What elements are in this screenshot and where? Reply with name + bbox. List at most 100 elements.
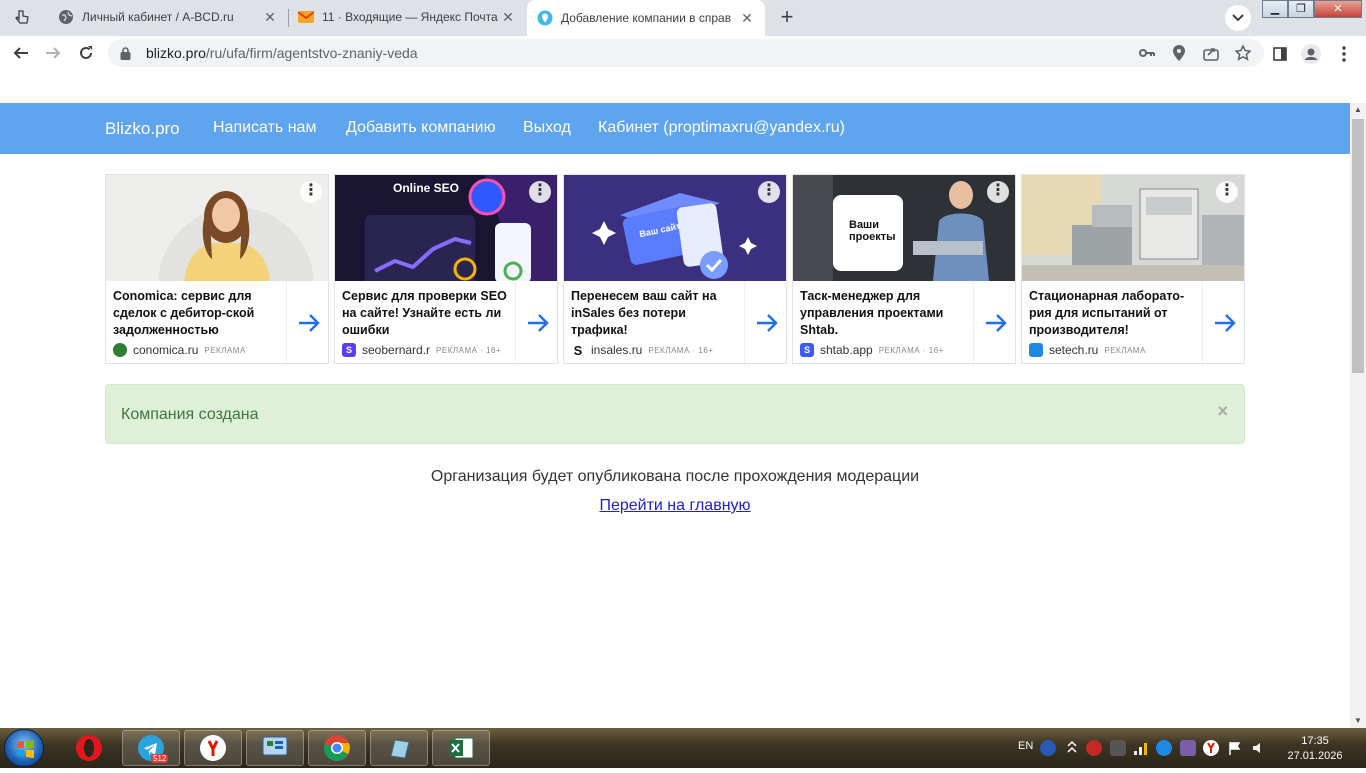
ad-card[interactable]: Ваши проекты ⋮ Таск-менеджер для управле… <box>792 174 1016 364</box>
tray-expand-icon[interactable] <box>1064 740 1080 756</box>
scroll-up-icon[interactable]: ▲ <box>1350 103 1366 117</box>
ad-title: Таск-менеджер для управления проектами S… <box>800 289 944 337</box>
ad-card[interactable]: Ваш сайт ⋮ Перенесем ваш сайт на inSales… <box>563 174 787 364</box>
usb-tray-icon[interactable] <box>1110 740 1126 756</box>
taskbar-opera[interactable] <box>60 730 118 766</box>
ad-options-icon[interactable]: ⋮ <box>300 181 322 203</box>
reload-button[interactable] <box>73 40 99 66</box>
ad-domain: conomica.ru <box>133 343 199 357</box>
taskbar-telegram[interactable]: 512 <box>122 730 180 766</box>
page-scrollbar[interactable]: ▲ ▼ <box>1350 103 1366 728</box>
taskbar-yandex-browser[interactable] <box>184 730 242 766</box>
tab-abcd[interactable]: Личный кабинет / A-BCD.ru ✕ <box>48 0 288 34</box>
minimize-button[interactable]: ▁ <box>1262 0 1288 18</box>
bookmark-star-icon[interactable] <box>1234 44 1252 62</box>
location-pin-icon <box>537 10 553 26</box>
ad-options-icon[interactable]: ⋮ <box>529 181 551 203</box>
shtab-logo-icon: S <box>800 343 814 357</box>
close-tab-icon[interactable]: ✕ <box>262 9 278 25</box>
close-tab-icon[interactable]: ✕ <box>500 9 516 25</box>
notes-app-icon <box>390 739 410 759</box>
alert-close-button[interactable]: × <box>1217 401 1228 422</box>
ad-card[interactable]: Online SEO ⋮ Сервис для проверки SEO на … <box>334 174 558 364</box>
ad-card[interactable]: ⋮ Стационарная лаборато-рия для испытани… <box>1021 174 1245 364</box>
nav-logout-link[interactable]: Выход <box>523 119 571 137</box>
ad-domain: seobernard.r <box>362 343 431 357</box>
forward-button[interactable] <box>40 40 66 66</box>
ad-title: Перенесем ваш сайт на inSales без потери… <box>571 289 717 337</box>
side-panel-icon[interactable] <box>1270 44 1290 64</box>
app-tray-icon[interactable] <box>1180 740 1196 756</box>
arrow-right-icon <box>756 314 778 332</box>
edge-tray-icon[interactable] <box>1156 740 1172 756</box>
ad-options-icon[interactable]: ⋮ <box>987 181 1009 203</box>
ad-image <box>1022 175 1244 281</box>
notification-tray-icon[interactable] <box>1086 740 1102 756</box>
taskbar-chrome[interactable] <box>308 730 366 766</box>
ad-carousel: ⋮ Conomica: сервис для сделок с дебитор-… <box>105 174 1245 364</box>
ad-open-button[interactable] <box>744 281 786 363</box>
success-alert: Компания создана × <box>105 384 1245 444</box>
tab-yandex-mail[interactable]: 11 · Входящие — Яндекс Почта ✕ <box>288 0 526 34</box>
action-center-flag-icon[interactable] <box>1227 740 1243 756</box>
ad-open-button[interactable] <box>286 281 328 363</box>
ad-options-icon[interactable]: ⋮ <box>1216 181 1238 203</box>
nav-contact-link[interactable]: Написать нам <box>213 119 316 137</box>
excel-icon <box>449 737 474 759</box>
language-indicator[interactable]: EN <box>1018 740 1033 752</box>
location-icon[interactable] <box>1170 44 1188 62</box>
ad-title: Стационарная лаборато-рия для испытаний … <box>1029 289 1185 337</box>
tab-search-icon-button[interactable] <box>4 0 44 34</box>
taskbar-excel[interactable] <box>432 730 490 766</box>
back-button[interactable] <box>8 40 34 66</box>
ad-source: setech.ru РЕКЛАМА <box>1029 343 1146 357</box>
start-button[interactable] <box>4 729 44 767</box>
key-icon[interactable] <box>1138 44 1156 62</box>
url-path: /ru/ufa/firm/agentstvo-znaniy-veda <box>205 45 418 61</box>
ad-image: Online SEO <box>335 175 557 281</box>
ad-source: S shtab.app РЕКЛАМА · 16+ <box>800 343 944 357</box>
moderation-note: Организация будет опубликована после про… <box>430 468 920 485</box>
share-icon[interactable] <box>1202 44 1220 62</box>
ad-open-button[interactable] <box>515 281 557 363</box>
tab-blizko-active[interactable]: Добавление компании в справ ✕ <box>527 0 765 36</box>
ad-image: Ваши проекты <box>793 175 1015 281</box>
tab-title: 11 · Входящие — Яндекс Почта <box>322 10 498 24</box>
new-tab-button[interactable]: + <box>774 5 800 31</box>
close-window-button[interactable]: ✕ <box>1314 0 1362 18</box>
scrollbar-thumb[interactable] <box>1352 119 1364 373</box>
ad-domain: setech.ru <box>1049 343 1099 357</box>
arrow-right-icon <box>1214 314 1236 332</box>
windows-taskbar: 512 EN 17:35 27.01.2026 <box>0 728 1366 768</box>
nav-add-company-link[interactable]: Добавить компанию <box>346 119 496 137</box>
ad-domain: shtab.app <box>820 343 873 357</box>
ad-title: Сервис для проверки SEO на сайте! Узнайт… <box>342 289 507 337</box>
chrome-icon <box>323 735 350 761</box>
site-brand-link[interactable]: Blizko.pro <box>105 119 180 139</box>
opera-icon <box>76 735 102 761</box>
scroll-down-icon[interactable]: ▼ <box>1350 714 1366 728</box>
address-bar[interactable]: blizko.pro/ru/ufa/firm/agentstvo-znaniy-… <box>108 39 1264 67</box>
home-link[interactable]: Перейти на главную <box>599 497 750 514</box>
ad-open-button[interactable] <box>1202 281 1244 363</box>
mail-icon <box>298 9 314 25</box>
arrow-right-icon <box>527 314 549 332</box>
taskbar-control-panel[interactable] <box>246 730 304 766</box>
nav-cabinet-link[interactable]: Кабинет (proptimaxru@yandex.ru) <box>598 119 845 137</box>
menu-kebab-icon[interactable] <box>1334 44 1354 64</box>
clock-date: 27.01.2026 <box>1287 750 1343 762</box>
conomica-logo-icon <box>113 343 127 357</box>
taskbar-clock[interactable]: 17:35 27.01.2026 <box>1285 734 1345 764</box>
ad-open-button[interactable] <box>973 281 1015 363</box>
ad-options-icon[interactable]: ⋮ <box>758 181 780 203</box>
volume-icon[interactable] <box>1251 740 1267 756</box>
tab-search-button[interactable] <box>1225 5 1251 31</box>
ad-card[interactable]: ⋮ Conomica: сервис для сделок с дебитор-… <box>105 174 329 364</box>
taskbar-app-book[interactable] <box>370 730 428 766</box>
maximize-button[interactable]: ❐ <box>1288 0 1314 18</box>
yandex-tray-icon[interactable] <box>1203 740 1219 756</box>
help-tray-icon[interactable] <box>1040 740 1056 756</box>
network-signal-icon[interactable] <box>1133 740 1149 756</box>
close-tab-icon[interactable]: ✕ <box>739 10 755 26</box>
profile-avatar-icon[interactable] <box>1301 44 1321 64</box>
